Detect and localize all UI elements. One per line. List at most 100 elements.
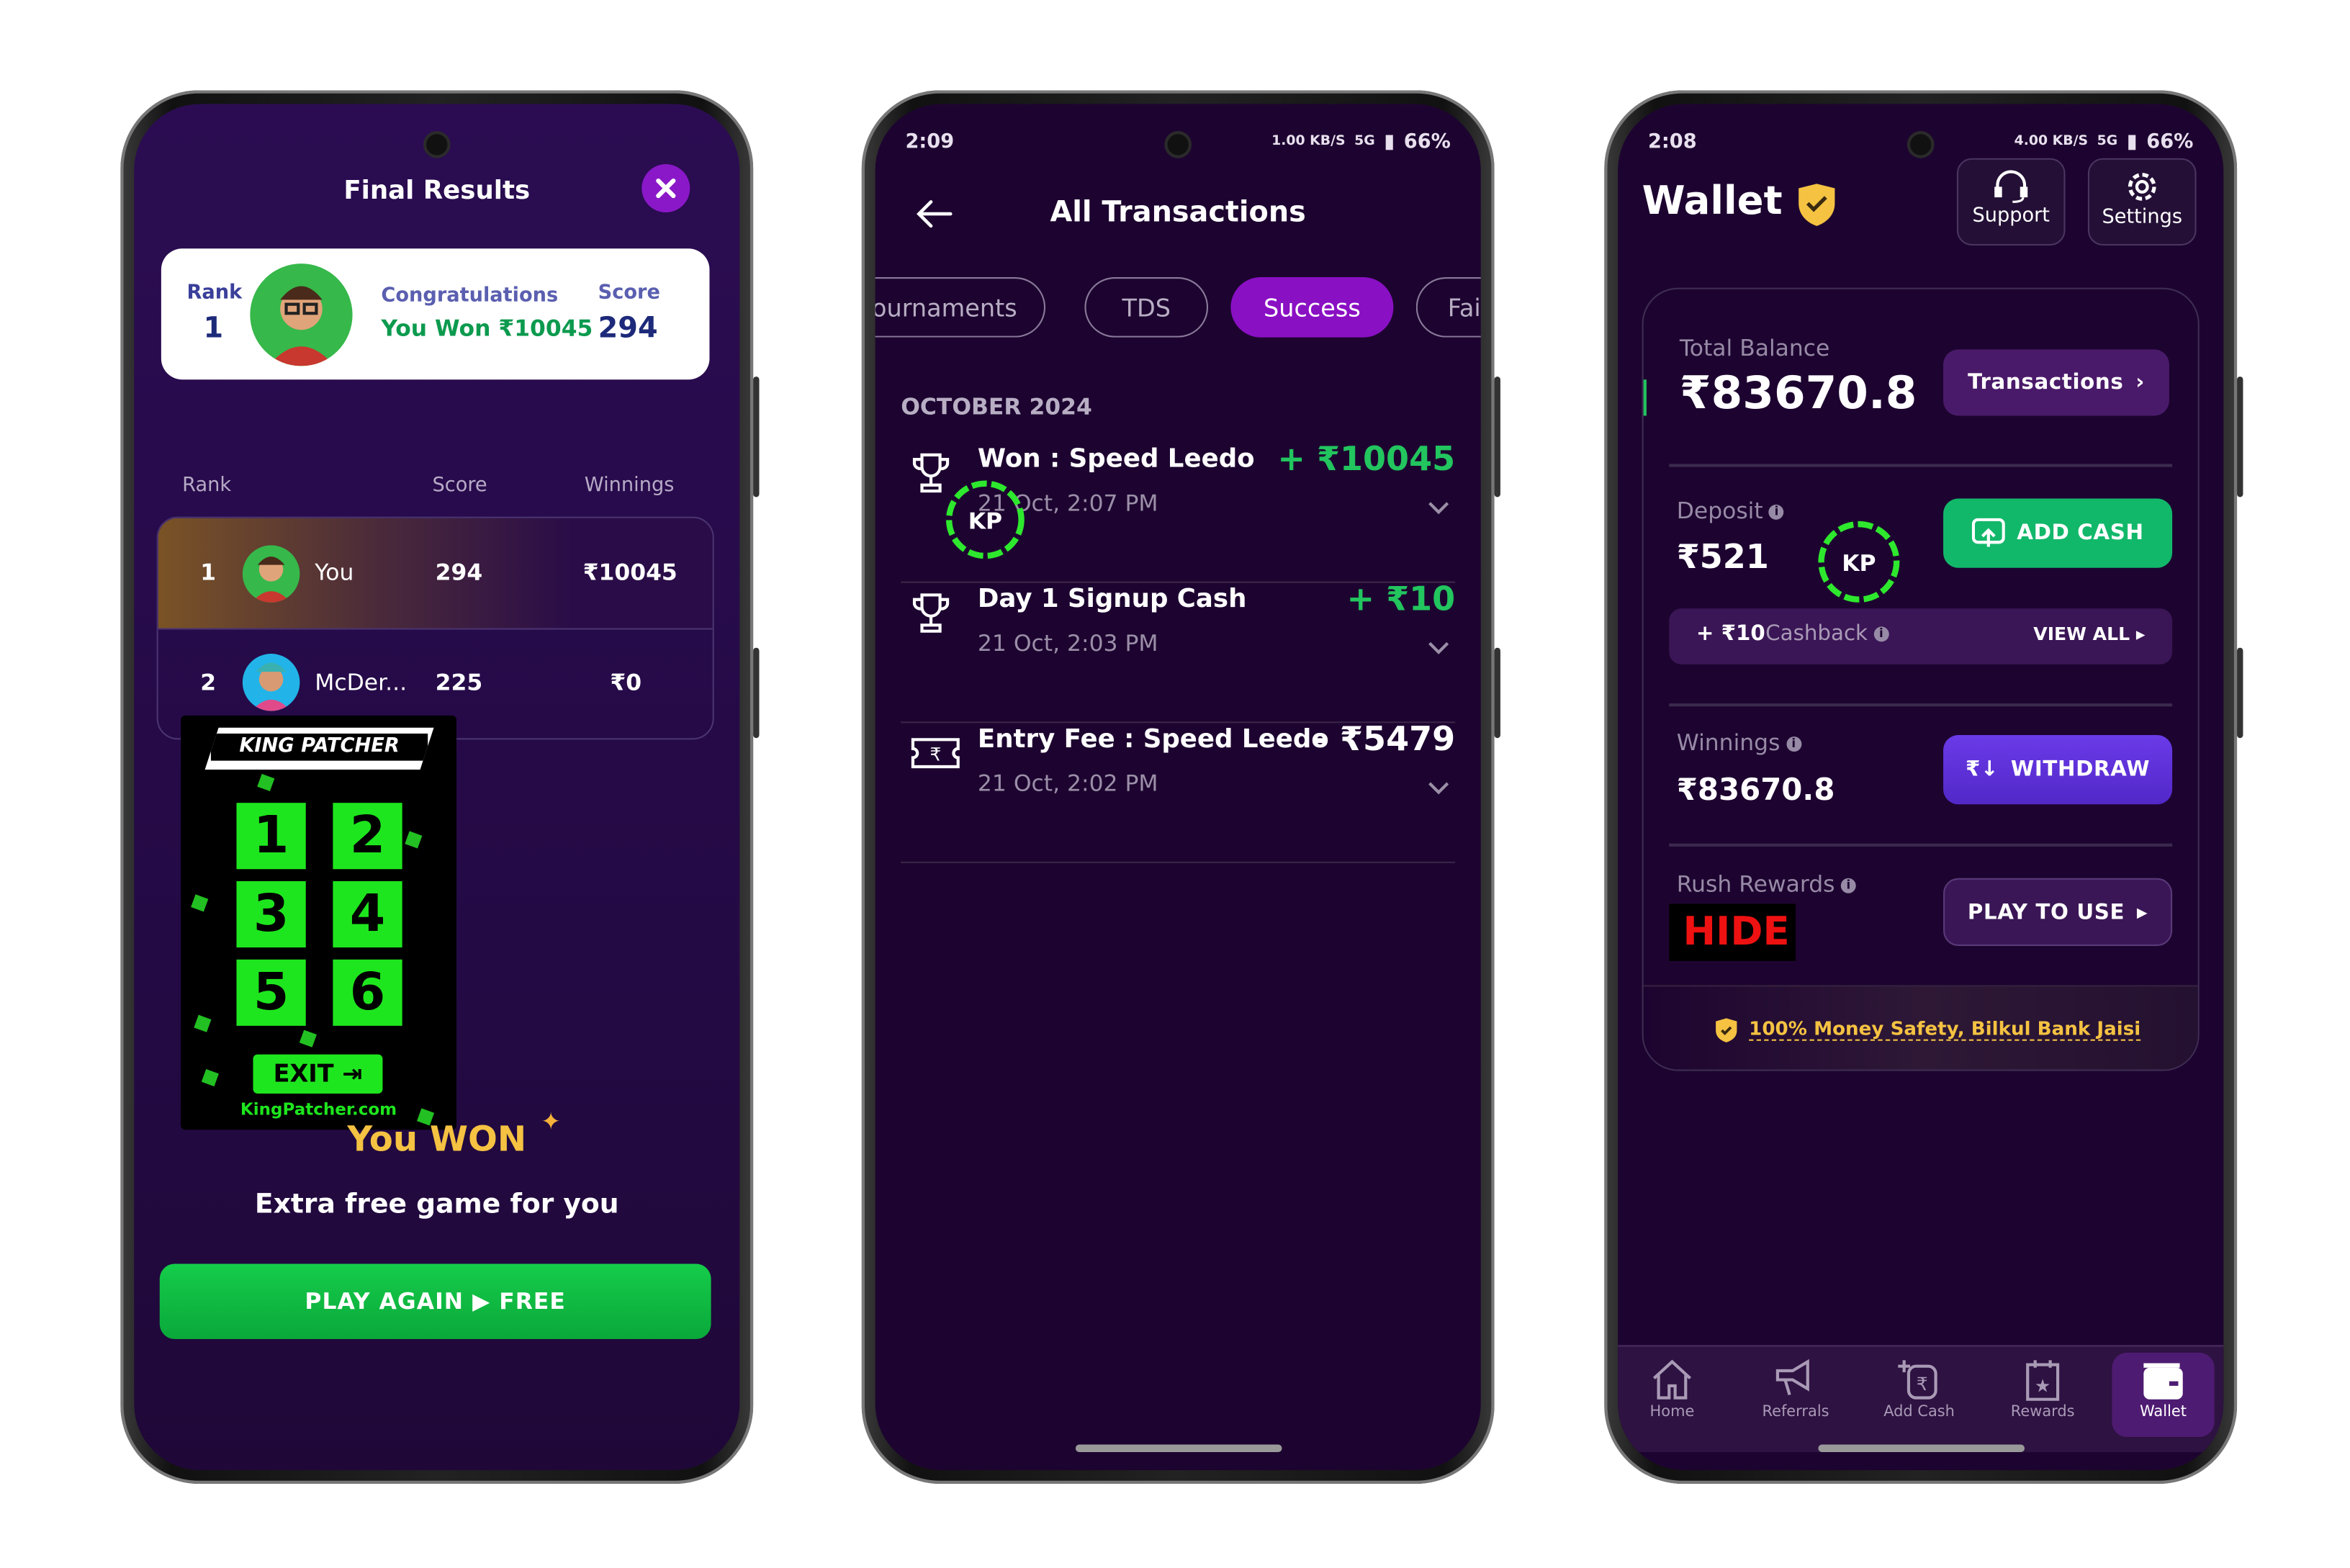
signal-icon: ▮: [1384, 130, 1395, 153]
status-network: 5G: [1354, 134, 1375, 150]
cashback-label-text: Cashback: [1765, 622, 1868, 646]
transaction-title: Entry Fee : Speed Leedo: [977, 724, 1329, 755]
row-winnings: ₹10045: [582, 559, 677, 586]
home-indicator: [1818, 1444, 2025, 1452]
wallet-card: Total Balance ₹83670.8 Transactions › Dep…: [1642, 287, 2200, 1071]
status-speed: 1.00 KB/S: [1271, 134, 1346, 150]
shield-check-icon: [1716, 1018, 1737, 1042]
withdraw-button[interactable]: ₹↓ WITHDRAW: [1943, 735, 2173, 805]
support-button[interactable]: Support: [1956, 158, 2066, 246]
megaphone-icon: [1775, 1359, 1809, 1396]
bottom-nav: Home Referrals ₹ Add Cash ★ Rewards Wallet: [1618, 1345, 2224, 1452]
tab-tournaments[interactable]: ournaments: [875, 276, 1046, 338]
table-row: 1 You 294 ₹10045: [158, 518, 713, 630]
exit-label: EXIT: [273, 1058, 334, 1088]
close-button[interactable]: [641, 164, 690, 213]
phone-wallet: 2:08 4.00 KB/S 5G ▮ 66% Wallet Support Sett…: [1604, 90, 2243, 1484]
patcher-button-4[interactable]: 4: [333, 880, 402, 948]
info-icon[interactable]: i: [1786, 736, 1801, 752]
transactions-button[interactable]: Transactions ›: [1943, 349, 2169, 416]
add-cash-button[interactable]: ADD CASH: [1943, 498, 2173, 568]
phone-transactions: 2:09 1.00 KB/S 5G ▮ 66% All Transactions ou…: [861, 90, 1500, 1484]
patcher-button-1[interactable]: 1: [236, 803, 306, 870]
patcher-button-5[interactable]: 5: [236, 959, 306, 1026]
deposit-value: ₹521: [1676, 539, 1769, 577]
nav-add-cash[interactable]: ₹ Add Cash: [1868, 1347, 1970, 1441]
transaction-date: 21 Oct, 2:03 PM: [977, 629, 1158, 657]
nav-referrals[interactable]: Referrals: [1745, 1347, 1847, 1441]
status-bar: 2:08 4.00 KB/S 5G ▮ 66%: [1648, 128, 2193, 156]
tab-success[interactable]: Success: [1230, 276, 1394, 338]
transaction-amount: - ₹5479: [1314, 721, 1456, 760]
transaction-amount: + ₹10045: [1277, 441, 1456, 479]
status-speed: 4.00 KB/S: [2014, 134, 2089, 150]
safety-banner: 100% Money Safety, Bilkul Bank Jaisi: [1643, 985, 2198, 1070]
chevron-down-icon[interactable]: [1428, 772, 1449, 801]
rush-rewards-label-text: Rush Rewards: [1676, 870, 1835, 898]
transaction-row[interactable]: ₹ Entry Fee : Speed Leedo 21 Oct, 2:02 P…: [901, 721, 1456, 863]
status-time: 2:08: [1647, 130, 1697, 153]
headset-icon: [1994, 170, 2028, 203]
chevron-down-icon[interactable]: [1428, 633, 1449, 662]
patcher-button-3[interactable]: 3: [236, 880, 306, 948]
chevron-down-icon[interactable]: [1428, 492, 1449, 521]
total-balance-label: Total Balance: [1679, 334, 1830, 362]
total-balance-value: ₹83670.8: [1679, 367, 1917, 420]
winnings-value: ₹83670.8: [1676, 771, 1835, 808]
view-all-link[interactable]: VIEW ALL ▸: [2033, 623, 2145, 644]
tab-failed[interactable]: Fai: [1415, 276, 1481, 338]
avatar: [242, 654, 300, 711]
rush-rewards-label: Rush Rewards i: [1677, 870, 1856, 898]
verified-shield-icon: [1796, 182, 1838, 233]
winnings-label-text: Winnings: [1676, 729, 1780, 757]
hide-overlay: HIDE: [1669, 904, 1796, 961]
patcher-button-2[interactable]: 2: [333, 803, 402, 870]
calendar-star-icon: ★: [2026, 1360, 2060, 1401]
deposit-label: Deposit i: [1677, 497, 1785, 524]
add-rupee-icon: ₹: [1898, 1360, 1937, 1400]
phone-final-results: Final Results Rank 1 Congratulations You…: [120, 90, 760, 1484]
settings-label: Settings: [2102, 206, 2183, 230]
transaction-row[interactable]: Won : Speed Leedo 21 Oct, 2:07 PM + ₹100…: [901, 441, 1456, 583]
nav-label: Wallet: [2140, 1404, 2187, 1421]
transaction-title: Day 1 Signup Cash: [977, 584, 1247, 615]
nav-label: Home: [1649, 1404, 1695, 1421]
gear-icon: [2128, 173, 2156, 201]
status-time: 2:09: [905, 130, 955, 153]
caret-right-icon: ▸: [2136, 900, 2148, 924]
transaction-row[interactable]: Day 1 Signup Cash 21 Oct, 2:03 PM + ₹10: [901, 581, 1456, 724]
settings-button[interactable]: Settings: [2087, 158, 2197, 246]
safety-text[interactable]: 100% Money Safety, Bilkul Bank Jaisi: [1749, 1017, 2141, 1041]
info-icon[interactable]: i: [1873, 626, 1889, 642]
transaction-amount: + ₹10: [1346, 581, 1456, 619]
play-again-button[interactable]: PLAY AGAIN ▶ FREE: [159, 1263, 711, 1340]
score-label: Score: [598, 281, 660, 305]
info-icon[interactable]: i: [1840, 877, 1856, 893]
play-to-use-button[interactable]: PLAY TO USE ▸: [1943, 878, 2173, 946]
king-patcher-logo: KING PATCHER: [204, 727, 434, 770]
page-title: All Transactions: [1050, 195, 1306, 230]
nav-label: Referrals: [1762, 1404, 1829, 1421]
close-icon: [656, 178, 676, 199]
rupee-down-icon: ₹↓: [1965, 757, 1999, 782]
nav-label: Rewards: [2010, 1404, 2075, 1421]
page-title: Wallet: [1642, 179, 1783, 225]
exit-icon: ⇥: [342, 1058, 363, 1088]
svg-text:₹: ₹: [1917, 1374, 1928, 1394]
svg-text:★: ★: [2035, 1375, 2051, 1396]
trophy-icon: [910, 590, 953, 641]
king-patcher-overlay: KING PATCHER 1 2 3 4 5 6 EXIT ⇥ KingPatc…: [181, 715, 456, 1130]
nav-wallet[interactable]: Wallet: [2112, 1352, 2215, 1438]
info-icon[interactable]: i: [1769, 503, 1785, 519]
patcher-button-6[interactable]: 6: [333, 959, 402, 1026]
patcher-exit-button[interactable]: EXIT ⇥: [253, 1054, 383, 1094]
tab-tds[interactable]: TDS: [1084, 276, 1209, 338]
score-value: 294: [598, 312, 658, 346]
cashback-bar[interactable]: + ₹10 Cashback i VIEW ALL ▸: [1669, 608, 2173, 664]
result-card: Rank 1 Congratulations You Won ₹10045 Sc…: [161, 248, 710, 380]
ticket-rupee-icon: ₹: [910, 731, 961, 782]
nav-home[interactable]: Home: [1621, 1347, 1723, 1441]
nav-rewards[interactable]: ★ Rewards: [1991, 1347, 2094, 1441]
rank-label: Rank: [186, 281, 243, 305]
avatar: [242, 545, 300, 603]
